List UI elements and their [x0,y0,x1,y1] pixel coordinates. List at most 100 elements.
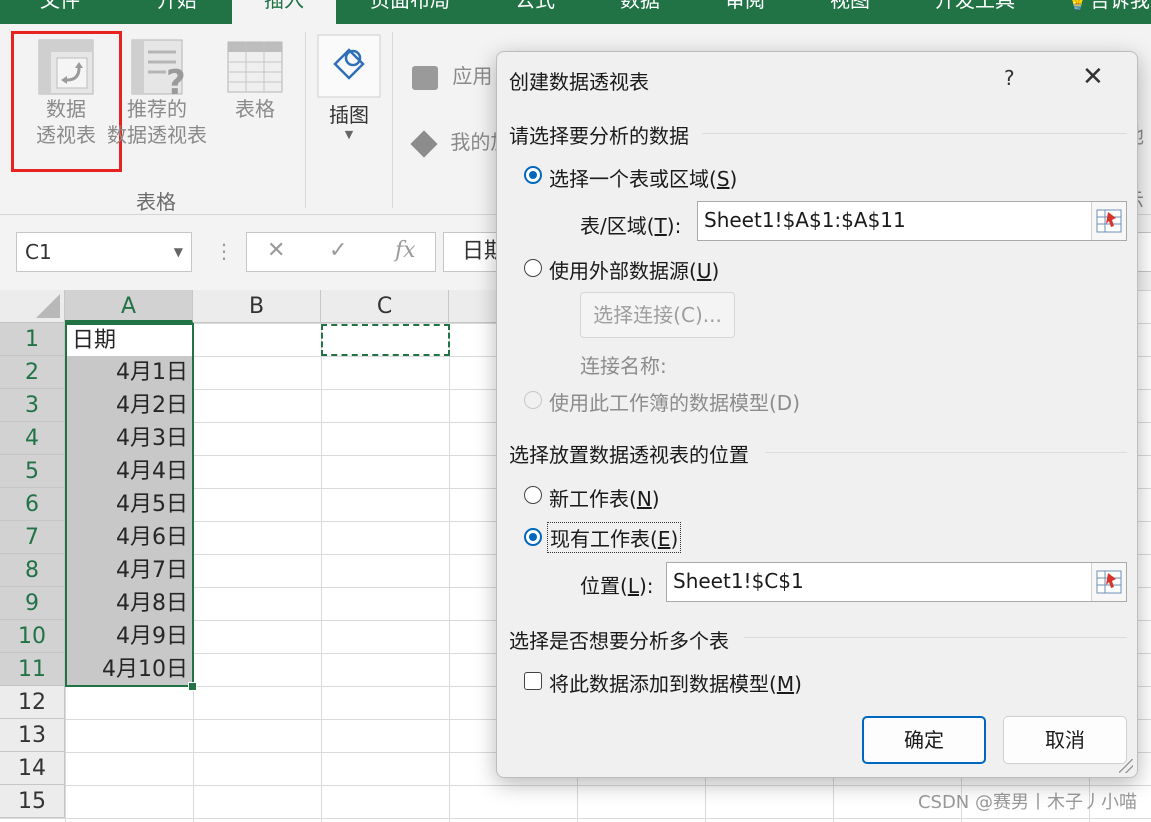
option-new-worksheet-label[interactable]: 新工作表(N) [549,483,660,512]
illustrations-icon [317,34,381,98]
recommended-pivot-icon: ? [131,39,186,96]
column-header-a[interactable]: A [65,290,193,323]
row-header[interactable]: 5 [0,455,65,488]
row-header[interactable]: 3 [0,389,65,422]
insert-function-icon[interactable]: fx [395,238,416,263]
tab-formulas[interactable]: 公式 [490,0,580,24]
table-button[interactable]: 表格 [218,34,292,122]
radio-select-range[interactable] [524,166,542,184]
ribbon-separator [305,32,306,208]
table-range-input[interactable]: Sheet1!$A$1:$A$11 [697,201,1127,241]
resize-grip-icon[interactable] [1119,759,1133,773]
ribbon-separator-2 [392,32,393,208]
checkbox-add-to-data-model[interactable] [524,672,542,690]
get-addins-button[interactable]: 应用 [412,60,492,90]
option-existing-worksheet-label[interactable]: 现有工作表(E) [547,522,682,553]
collapse-dialog-button[interactable] [1091,563,1126,601]
name-box[interactable]: C1 ▼ [16,232,192,272]
store-icon [412,65,438,90]
location-value: Sheet1!$C$1 [673,569,804,593]
cell-c1-marquee[interactable] [321,324,450,356]
tab-view[interactable]: 视图 [805,0,895,24]
radio-new-worksheet[interactable] [524,486,542,504]
tab-data[interactable]: 数据 [595,0,685,24]
table-icon [227,41,283,93]
row-header[interactable]: 2 [0,356,65,389]
row-header[interactable]: 4 [0,422,65,455]
cancel-button[interactable]: 取消 [1003,716,1127,764]
tab-developer[interactable]: 开发工具 [905,0,1045,24]
create-pivot-table-dialog: 创建数据透视表 ? ✕ 请选择要分析的数据 选择一个表或区域(S) 表/区域(T… [496,51,1138,778]
table-range-value: Sheet1!$A$1:$A$11 [704,208,906,232]
option-text-end: ) [711,259,720,283]
select-all-corner[interactable] [0,290,65,323]
collapse-dialog-button[interactable] [1091,202,1126,240]
option-accesskey: M [776,672,795,696]
tab-insert[interactable]: 插入 [232,0,336,24]
drag-handle-icon[interactable]: ⋮ [214,239,234,263]
tab-tell-me[interactable]: 💡告诉我 [1065,0,1151,24]
divider [744,637,1127,638]
label-accesskey: L [627,574,639,598]
row-header[interactable]: 8 [0,554,65,587]
recommended-pivot-button[interactable]: ? 推荐的 数据透视表 [100,34,214,148]
column-header-c[interactable]: C [321,290,449,323]
recommended-label-2: 数据透视表 [107,123,207,147]
ok-button[interactable]: 确定 [862,716,986,764]
tab-file[interactable]: 文件 [0,0,120,24]
cancel-entry-icon[interactable]: ✕ [267,238,285,263]
row-header[interactable]: 9 [0,587,65,620]
row-header[interactable]: 1 [0,323,65,356]
option-text-end: ) [651,487,660,511]
formula-buttons: ✕ ✓ fx [246,232,436,272]
option-text-end: ) [729,167,738,191]
row-header[interactable]: 7 [0,521,65,554]
option-select-range-label[interactable]: 选择一个表或区域(S) [549,163,737,192]
range-picker-icon [1096,209,1122,233]
tab-review[interactable]: 审阅 [700,0,790,24]
row-header[interactable]: 13 [0,719,65,752]
illustrations-button[interactable]: 插图 ▼ [314,34,384,142]
name-box-value: C1 [25,240,52,264]
confirm-entry-icon[interactable]: ✓ [329,238,347,263]
fill-handle[interactable] [188,682,197,691]
choose-connection-button: 选择连接(C)... [580,292,735,338]
table-range-label: 表/区域(T): [580,210,681,239]
tell-me-label: 告诉我 [1089,0,1150,12]
location-input[interactable]: Sheet1!$C$1 [666,562,1127,602]
row-header[interactable]: 14 [0,752,65,785]
label-accesskey: T [654,214,667,238]
add-to-data-model-label[interactable]: 将此数据添加到数据模型(M) [549,668,802,697]
group-label-tables: 表格 [136,190,176,214]
dialog-title: 创建数据透视表 [509,70,649,94]
tab-page-layout[interactable]: 页面布局 [345,0,475,24]
row-header[interactable]: 10 [0,620,65,653]
illustrations-label: 插图 [329,103,369,127]
option-text-end: ) [794,672,802,696]
option-text: 使用外部数据源( [549,259,697,283]
section-choose-data: 请选择要分析的数据 [509,124,689,148]
tab-home[interactable]: 开始 [122,0,232,24]
chevron-down-icon[interactable]: ▼ [174,233,183,271]
divider [765,452,1127,453]
help-button[interactable]: ? [1004,66,1015,90]
column-header-b[interactable]: B [193,290,321,323]
selection-range-border [65,323,194,687]
option-accesskey: N [636,487,652,511]
option-data-model-label: 使用此工作簿的数据模型(D) [549,391,801,415]
option-text: 新工作表( [549,487,637,511]
section-multiple-tables: 选择是否想要分析多个表 [509,629,729,653]
label-text-end: ): [666,214,682,238]
divider [702,133,1127,134]
radio-external-source[interactable] [524,259,542,277]
radio-data-model [524,391,542,409]
close-icon[interactable]: ✕ [1082,62,1104,92]
row-header[interactable]: 12 [0,686,65,719]
row-header[interactable]: 11 [0,653,65,686]
svg-text:?: ? [166,63,186,96]
option-external-source-label[interactable]: 使用外部数据源(U) [549,255,719,284]
radio-existing-worksheet[interactable] [524,528,542,546]
row-header[interactable]: 6 [0,488,65,521]
option-accesskey: U [696,259,712,283]
row-header[interactable]: 15 [0,785,65,818]
